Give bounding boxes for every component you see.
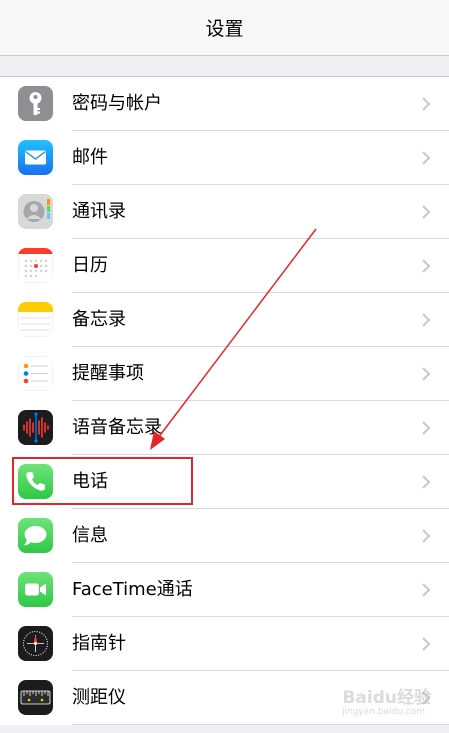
reminders-icon [18,356,53,391]
settings-row-label: 密码与帐户 [72,93,162,114]
settings-row-reminders[interactable]: 提醒事项 [0,347,449,401]
settings-list: 密码与帐户 邮件 通讯录 日历 备忘录 提醒事项 语音备忘录 电话 信息 Fac… [0,76,449,725]
settings-row-label: 通讯录 [72,201,126,222]
settings-row-compass[interactable]: 指南针 [0,617,449,671]
settings-row-contacts[interactable]: 通讯录 [0,185,449,239]
chevron-right-icon [422,151,431,165]
chevron-right-icon [422,367,431,381]
navigation-bar: 设置 [0,0,449,56]
settings-row-facetime[interactable]: FaceTime通话 [0,563,449,617]
compass-icon [18,626,53,661]
row-separator [72,724,449,725]
chevron-right-icon [422,421,431,435]
settings-screen: 设置 密码与帐户 邮件 通讯录 日历 备忘录 提醒事项 语音备忘录 电话 信息 … [0,0,449,733]
chevron-right-icon [422,529,431,543]
settings-row-label: 提醒事项 [72,363,144,384]
settings-row-label: 信息 [72,525,108,546]
settings-row-passwords-accounts[interactable]: 密码与帐户 [0,77,449,131]
notes-icon [18,302,53,337]
page-title: 设置 [205,18,244,40]
chevron-right-icon [422,637,431,651]
chevron-right-icon [422,475,431,489]
settings-row-phone[interactable]: 电话 [0,455,449,509]
key-icon [18,86,53,121]
settings-row-label: 电话 [72,471,108,492]
mail-icon [18,140,53,175]
chevron-right-icon [422,313,431,327]
phone-icon [18,464,53,499]
watermark-text: Baidu经验 [342,688,431,708]
settings-row-mail[interactable]: 邮件 [0,131,449,185]
settings-row-label: 邮件 [72,147,108,168]
voice-memos-icon [18,410,53,445]
messages-icon [18,518,53,553]
settings-row-notes[interactable]: 备忘录 [0,293,449,347]
chevron-right-icon [422,205,431,219]
calendar-icon [18,248,53,283]
settings-row-voice-memos[interactable]: 语音备忘录 [0,401,449,455]
measure-icon [18,680,53,715]
facetime-icon [18,572,53,607]
watermark-subtext: jingyan.baidu.com [341,707,425,717]
settings-row-calendar[interactable]: 日历 [0,239,449,293]
contacts-icon [18,194,53,229]
chevron-right-icon [422,583,431,597]
settings-row-label: FaceTime通话 [72,579,193,600]
settings-row-label: 测距仪 [72,687,126,708]
settings-row-label: 日历 [72,255,108,276]
chevron-right-icon [422,259,431,273]
settings-row-label: 语音备忘录 [72,417,162,438]
watermark: Baidu经验 jingyan.baidu.com [321,683,431,723]
settings-row-label: 指南针 [72,633,126,654]
chevron-right-icon [422,97,431,111]
settings-row-label: 备忘录 [72,309,126,330]
settings-row-messages[interactable]: 信息 [0,509,449,563]
